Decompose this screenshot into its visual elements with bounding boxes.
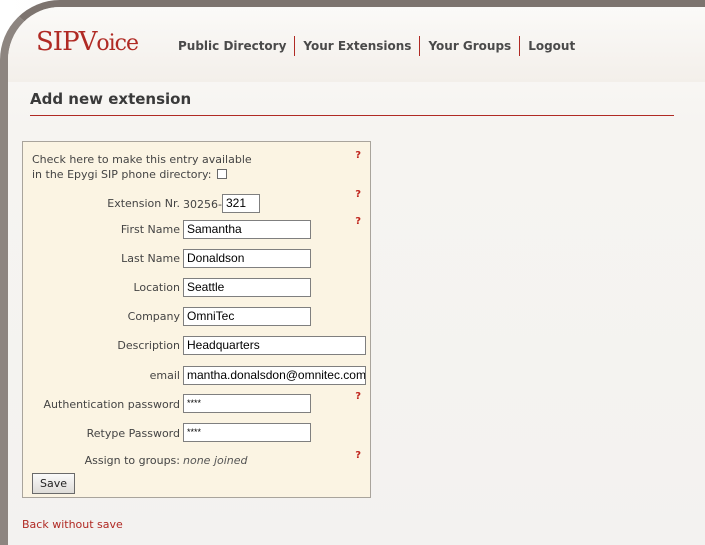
groups-value: none joined: [183, 454, 248, 467]
top-nav: Public Directory Your Extensions Your Gr…: [172, 36, 581, 56]
company-label: Company: [127, 310, 180, 323]
location-input[interactable]: Seattle: [183, 278, 311, 297]
nav-your-groups[interactable]: Your Groups: [422, 39, 517, 53]
nav-public-directory[interactable]: Public Directory: [172, 39, 292, 53]
nav-separator: [294, 36, 296, 56]
nav-separator: [519, 36, 521, 56]
directory-checkbox-label: Check here to make this entry available …: [32, 152, 252, 182]
help-icon[interactable]: ?: [355, 391, 361, 402]
help-icon[interactable]: ?: [355, 150, 361, 161]
last-name-label: Last Name: [121, 252, 180, 265]
title-divider: [30, 115, 674, 116]
nav-your-extensions[interactable]: Your Extensions: [297, 39, 417, 53]
page-title: Add new extension: [30, 90, 192, 108]
sipvoice-logo: SIPVoice: [36, 27, 139, 57]
help-icon[interactable]: ?: [355, 189, 361, 200]
extension-label: Extension Nr.: [107, 197, 180, 210]
nav-separator: [419, 36, 421, 56]
company-input[interactable]: OmniTec: [183, 307, 311, 326]
email-label: email: [149, 369, 180, 382]
save-button[interactable]: Save: [32, 473, 75, 494]
help-icon[interactable]: ?: [355, 216, 361, 227]
email-input[interactable]: mantha.donalsdon@omnitec.com: [183, 366, 366, 385]
nav-logout[interactable]: Logout: [522, 39, 581, 53]
retype-password-input[interactable]: ****: [183, 423, 311, 442]
help-icon[interactable]: ?: [355, 450, 361, 461]
auth-password-input[interactable]: ****: [183, 394, 311, 413]
directory-checkbox[interactable]: [216, 169, 227, 179]
extension-prefix: 30256-: [183, 198, 222, 211]
description-label: Description: [117, 339, 180, 352]
add-extension-form: Check here to make this entry available …: [22, 141, 371, 498]
retype-password-label: Retype Password: [86, 427, 180, 440]
last-name-input[interactable]: Donaldson: [183, 249, 311, 268]
back-without-save-link[interactable]: Back without save: [22, 518, 123, 531]
groups-label: Assign to groups:: [84, 454, 180, 467]
directory-text-line2: in the Epygi SIP phone directory:: [32, 168, 212, 181]
extension-input[interactable]: 321: [222, 194, 260, 213]
first-name-label: First Name: [120, 223, 180, 236]
description-input[interactable]: Headquarters: [183, 336, 366, 355]
first-name-input[interactable]: Samantha: [183, 220, 311, 239]
directory-text-line1: Check here to make this entry available: [32, 153, 252, 166]
auth-password-label: Authentication password: [43, 398, 180, 411]
location-label: Location: [133, 281, 180, 294]
